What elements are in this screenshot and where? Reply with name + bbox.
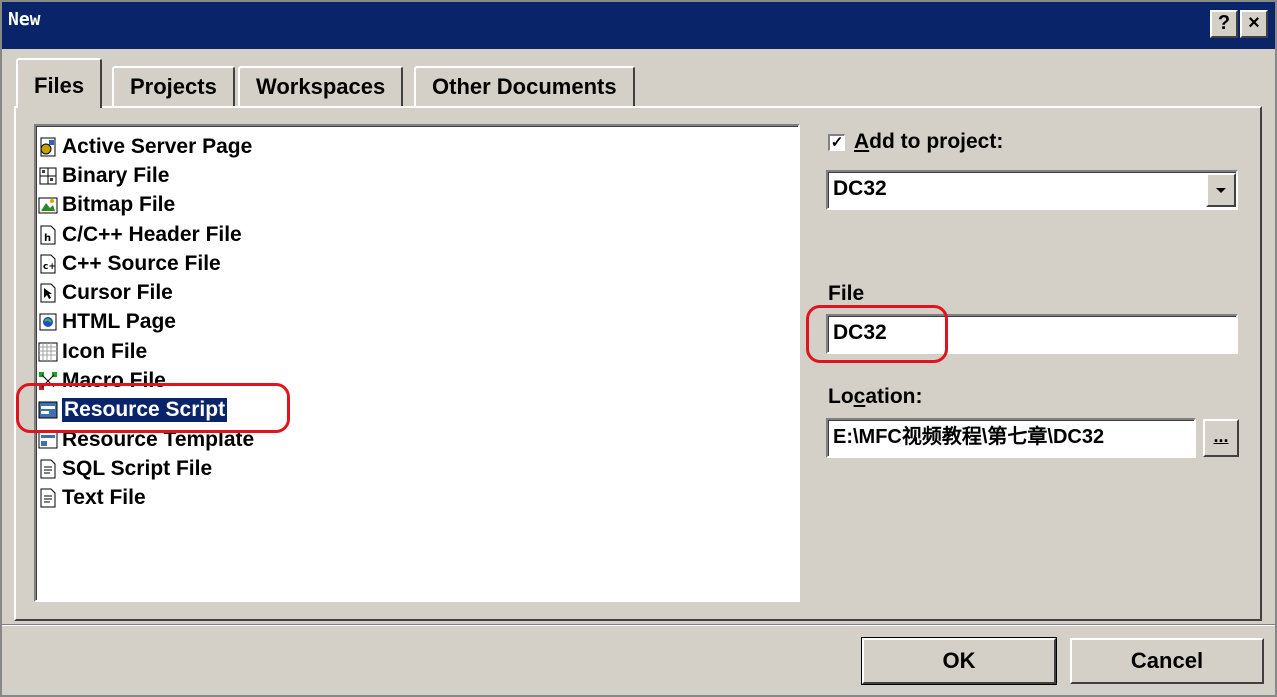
close-button[interactable]: × [1240, 10, 1268, 38]
add-to-project-checkbox[interactable]: ✓ [828, 134, 845, 151]
icon-file-icon [38, 342, 58, 362]
list-item-header-file[interactable]: h C/C++ Header File [36, 220, 798, 249]
location-input[interactable]: E:\MFC视频教程\第七章\DC32 [826, 418, 1196, 458]
location-label: Location: [828, 385, 923, 408]
asp-page-icon [38, 137, 58, 157]
list-item-html-page[interactable]: HTML Page [36, 308, 798, 337]
source-file-icon: c+ [38, 254, 58, 274]
add-to-project-label: Add to project: [854, 130, 1004, 153]
browse-button[interactable]: ... [1203, 419, 1239, 457]
tab-other-documents[interactable]: Other Documents [414, 66, 635, 106]
chevron-down-icon [1216, 188, 1226, 193]
cursor-file-icon [38, 283, 58, 303]
list-item-active-server-page[interactable]: Active Server Page [36, 132, 798, 161]
list-item-sql-script-file[interactable]: SQL Script File [36, 454, 798, 483]
list-item-bitmap-file[interactable]: Bitmap File [36, 191, 798, 220]
sql-file-icon [38, 459, 58, 479]
svg-text:c+: c+ [43, 262, 56, 272]
tab-projects[interactable]: Projects [112, 66, 235, 106]
list-item-binary-file[interactable]: Binary File [36, 161, 798, 190]
svg-text:h: h [44, 233, 51, 244]
binary-file-icon [38, 166, 58, 186]
project-select[interactable]: DC32 [826, 170, 1238, 210]
footer-separator [0, 624, 1277, 626]
html-page-icon [38, 312, 58, 332]
list-item-icon-file[interactable]: Icon File [36, 337, 798, 366]
file-type-list[interactable]: Active Server Page Binary File Bitmap Fi… [34, 124, 800, 602]
tab-files[interactable]: Files [16, 58, 103, 108]
header-file-icon: h [38, 225, 58, 245]
list-item-source-file[interactable]: c+ C++ Source File [36, 249, 798, 278]
annotation-highlight-resource-script [16, 383, 290, 433]
ok-button[interactable]: OK [861, 637, 1057, 685]
bitmap-file-icon [38, 195, 58, 215]
list-item-text-file[interactable]: Text File [36, 484, 798, 513]
file-name-label: File [828, 282, 865, 305]
cancel-button[interactable]: Cancel [1070, 638, 1264, 684]
tab-workspaces[interactable]: Workspaces [238, 66, 404, 106]
project-dropdown-button[interactable] [1206, 173, 1236, 207]
annotation-highlight-file-name [806, 305, 948, 363]
window-title: New [8, 9, 41, 30]
title-bar[interactable] [0, 0, 1277, 49]
list-item-cursor-file[interactable]: Cursor File [36, 278, 798, 307]
text-file-icon [38, 488, 58, 508]
help-button[interactable]: ? [1210, 10, 1238, 38]
